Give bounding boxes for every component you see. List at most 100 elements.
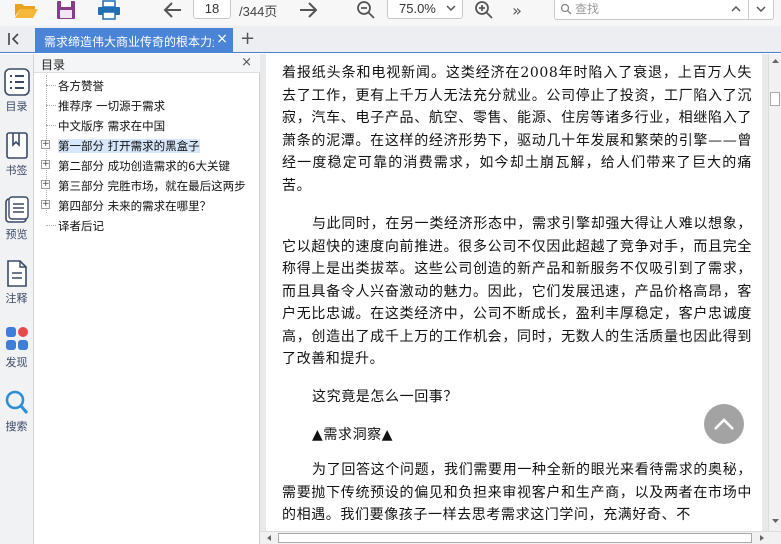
tab-document[interactable]: 需求缔造伟大商业传奇的根本力量 × xyxy=(35,28,233,53)
paragraph: 与此同时，在另一类经济形态中，需求引擎却强大得让人难以想象，它以超快的速度向前推… xyxy=(282,216,752,367)
zoom-value: 75.0% xyxy=(399,1,436,16)
list-icon xyxy=(3,68,30,96)
vertical-scrollbar[interactable] xyxy=(768,54,781,531)
toc-item[interactable]: + 第四部分 未来的需求在哪里？ xyxy=(34,195,260,215)
toc-item-label: 第二部分 成功创造需求的6大关键 xyxy=(58,159,230,173)
toc-item-label: 中文版序 需求在中国 xyxy=(58,119,166,133)
expand-icon[interactable]: + xyxy=(41,180,50,189)
search-next-button[interactable] xyxy=(749,0,774,20)
zoom-in-icon xyxy=(475,1,493,19)
toc-item[interactable]: 中文版序 需求在中国 xyxy=(34,115,260,135)
toc-panel: 目录 × 各方赞誉 推荐序 一切源于需求 中文版序 需求在中国 + 第一部分 打… xyxy=(34,54,260,544)
search-box xyxy=(554,0,750,20)
new-tab-button[interactable]: + xyxy=(240,28,255,49)
scroll-down-arrow-icon[interactable] xyxy=(770,516,781,526)
print-button[interactable] xyxy=(96,0,122,20)
paragraph: 着报纸头条和电视新闻。这类经济在2008年时陷入了衰退，上百万人失去了工作，更有… xyxy=(282,65,752,194)
toc-item-label: 第三部分 完胜市场，就在最后这两步 xyxy=(58,179,246,193)
toc-item[interactable]: + 第三部分 完胜市场，就在最后这两步 xyxy=(34,175,260,195)
document-page: 着报纸头条和电视新闻。这类经济在2008年时陷入了衰退，上百万人失去了工作，更有… xyxy=(266,54,762,531)
toc-item-label: 各方赞誉 xyxy=(58,79,104,93)
rail-label-toc: 目录 xyxy=(5,100,28,113)
toc-item-label: 第一部分 打开需求的黑盒子 xyxy=(58,138,258,154)
zoom-out-icon xyxy=(357,1,375,19)
search-icon xyxy=(560,3,572,15)
toolbar: 18 /344页 75.0% » xyxy=(0,0,781,26)
chevron-down-icon xyxy=(756,6,766,13)
toc-item[interactable]: 各方赞誉 xyxy=(34,75,260,95)
toc-item[interactable]: 推荐序 一切源于需求 xyxy=(34,95,260,115)
toc-item[interactable]: + 第一部分 打开需求的黑盒子 xyxy=(34,135,260,155)
scroll-right-arrow-icon[interactable] xyxy=(757,533,767,543)
page-total: /344页 xyxy=(239,4,278,19)
collapse-sidebar-button[interactable] xyxy=(6,31,24,47)
floppy-disk-icon xyxy=(57,1,75,19)
toc-connector xyxy=(46,125,56,126)
search-previous-button[interactable] xyxy=(724,0,749,20)
expand-icon[interactable]: + xyxy=(41,160,50,169)
search-icon xyxy=(5,390,28,414)
toc-item[interactable]: 译者后记 xyxy=(34,215,260,235)
rail-label-search: 搜索 xyxy=(5,420,28,433)
rail-label-preview: 预览 xyxy=(5,228,28,241)
zoom-select[interactable]: 75.0% xyxy=(387,0,463,19)
tab-close-button[interactable]: × xyxy=(216,31,228,47)
toc-item-label-text: 第一部分 打开需求的黑盒子 xyxy=(58,139,200,153)
toc-connector xyxy=(46,85,56,86)
search-input[interactable] xyxy=(575,1,725,17)
chevron-up-icon xyxy=(714,418,734,430)
left-rail: 目录 书签 预览 注释 发现 搜索 xyxy=(0,54,34,544)
rail-item-bookmark[interactable]: 书签 xyxy=(0,132,33,188)
next-page-button[interactable] xyxy=(296,0,320,20)
folder-open-icon xyxy=(15,4,38,18)
scroll-left-arrow-icon[interactable] xyxy=(264,533,274,543)
rail-label-discover: 发现 xyxy=(5,356,28,369)
document-viewer[interactable]: 着报纸头条和电视新闻。这类经济在2008年时陷入了衰退，上百万人失去了工作，更有… xyxy=(260,54,768,531)
expand-icon[interactable]: + xyxy=(41,200,50,209)
toc-connector xyxy=(46,225,56,226)
vertical-scroll-thumb[interactable] xyxy=(770,92,780,106)
section-heading: ▲需求洞察▲ xyxy=(312,427,394,443)
thumbnails-icon xyxy=(4,196,29,223)
bookmark-icon xyxy=(5,132,28,159)
arrow-left-icon xyxy=(163,2,181,18)
rail-label-notes: 注释 xyxy=(5,292,28,305)
expand-icon[interactable]: + xyxy=(41,140,50,149)
note-icon xyxy=(6,260,27,287)
toc-item-label: 推荐序 一切源于需求 xyxy=(58,99,166,113)
scroll-up-arrow-icon[interactable] xyxy=(770,56,781,66)
arrow-right-icon xyxy=(300,2,318,18)
rail-label-bookmark: 书签 xyxy=(5,164,28,177)
collapse-left-icon xyxy=(8,33,19,45)
paragraph: 这究竟是怎么一回事？ xyxy=(312,389,458,405)
toc-title: 目录 xyxy=(41,58,66,72)
toc-header: 目录 × xyxy=(34,54,260,73)
back-to-top-button[interactable] xyxy=(704,404,744,444)
more-tools-button[interactable]: » xyxy=(508,0,526,20)
previous-page-button[interactable] xyxy=(162,0,184,20)
save-button[interactable] xyxy=(55,0,77,20)
tab-title: 需求缔造伟大商业传奇的根本力量 xyxy=(44,35,214,49)
zoom-out-button[interactable] xyxy=(354,0,378,20)
paragraph: 为了回答这个问题，我们需要用一种全新的眼光来看待需求的奥秘，需要抛下传统预设的偏… xyxy=(282,462,752,523)
chevron-down-icon xyxy=(446,5,456,12)
toc-item-label: 译者后记 xyxy=(58,219,104,233)
open-button[interactable] xyxy=(12,0,40,20)
zoom-in-button[interactable] xyxy=(472,0,496,20)
rail-item-preview[interactable]: 预览 xyxy=(0,196,33,252)
apps-icon xyxy=(5,327,28,350)
rail-item-toc[interactable]: 目录 xyxy=(0,68,33,124)
chevron-up-icon xyxy=(731,5,741,12)
horizontal-scrollbar[interactable] xyxy=(260,531,781,544)
rail-item-discover[interactable]: 发现 xyxy=(0,324,33,380)
toc-item-label: 第四部分 未来的需求在哪里？ xyxy=(58,199,212,213)
toc-item[interactable]: + 第二部分 成功创造需求的6大关键 xyxy=(34,155,260,175)
printer-icon xyxy=(98,0,120,20)
toc-connector xyxy=(46,105,56,106)
horizontal-scroll-thumb[interactable] xyxy=(278,533,752,543)
tab-bar: 需求缔造伟大商业传奇的根本力量 × + xyxy=(0,26,781,53)
rail-item-notes[interactable]: 注释 xyxy=(0,260,33,316)
toc-close-button[interactable]: × xyxy=(241,55,252,70)
rail-item-search[interactable]: 搜索 xyxy=(0,388,33,444)
page-number-input[interactable]: 18 xyxy=(193,0,231,19)
